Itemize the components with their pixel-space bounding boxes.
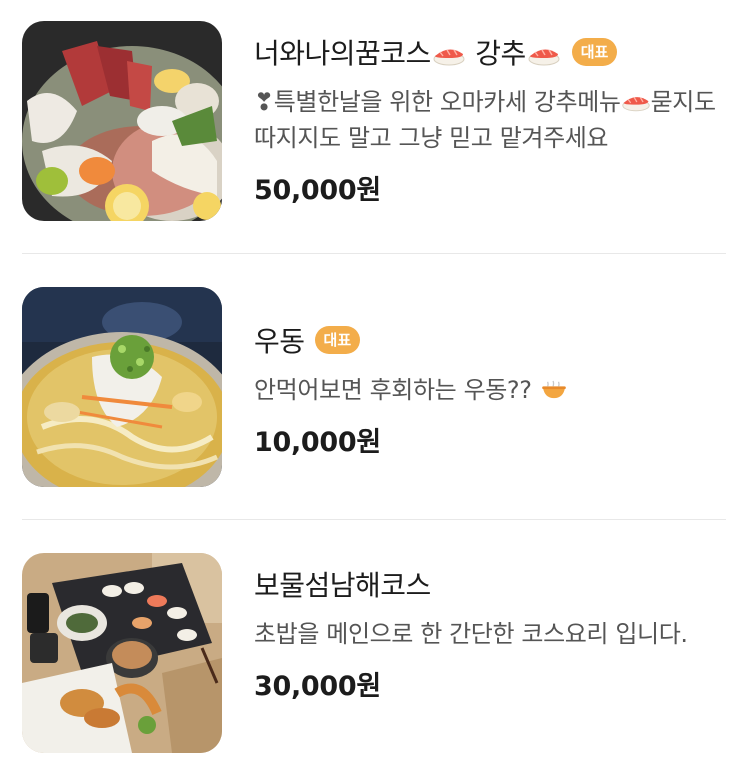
- menu-info: 우동 대표 안먹어보면 후회하는 우동?? 10,000원: [254, 287, 724, 459]
- sushi-emoji-icon-2: [528, 49, 560, 66]
- menu-description-text: 안먹어보면 후회하는 우동??: [254, 376, 532, 404]
- menu-photo-sushi-course: [22, 553, 222, 753]
- title-row: 우동 대표: [254, 320, 724, 360]
- menu-info: 보물섬남해코스 초밥을 메인으로 한 간단한 코스요리 입니다. 30,000원: [254, 553, 724, 703]
- menu-description: ❣특별한날을 위한 오마카세 강추메뉴 묻지도 따지지도 말고 그냥 믿고 맡겨주…: [254, 84, 724, 156]
- divider: [22, 253, 726, 254]
- sashimi-photo: [22, 21, 222, 221]
- menu-item-udon[interactable]: 우동 대표 안먹어보면 후회하는 우동?? 10,000원: [22, 287, 726, 487]
- title-row: 보물섬남해코스: [254, 564, 724, 604]
- menu-title-text-2: 강추: [466, 37, 526, 70]
- representative-badge: 대표: [571, 38, 618, 66]
- menu-info: 너와나의꿈코스 강추 대표 ❣특별한날을 위한 오마카세 강추메뉴 묻지도 따지지…: [254, 21, 724, 207]
- noodle-bowl-emoji-icon: [542, 380, 566, 399]
- sushi-emoji-icon: [433, 49, 465, 66]
- menu-description-text: ❣특별한날을 위한 오마카세 강추메뉴: [254, 88, 621, 116]
- representative-badge: 대표: [314, 326, 361, 354]
- udon-photo: [22, 287, 222, 487]
- menu-title: 우동: [254, 325, 305, 358]
- menu-price: 10,000원: [254, 427, 381, 458]
- menu-price: 50,000원: [254, 175, 381, 206]
- title-row: 너와나의꿈코스 강추 대표: [254, 32, 724, 72]
- menu-title-text: 너와나의꿈코스: [254, 37, 431, 70]
- menu-photo-sashimi: [22, 21, 222, 221]
- sushi-course-photo: [22, 553, 222, 753]
- menu-description: 초밥을 메인으로 한 간단한 코스요리 입니다.: [254, 620, 688, 648]
- menu-title: 보물섬남해코스: [254, 569, 431, 602]
- menu-description: 안먹어보면 후회하는 우동??: [254, 372, 724, 408]
- menu-title: 너와나의꿈코스 강추: [254, 32, 562, 72]
- menu-item-course-treasure[interactable]: 보물섬남해코스 초밥을 메인으로 한 간단한 코스요리 입니다. 30,000원: [22, 553, 726, 753]
- menu-item-course-dream[interactable]: 너와나의꿈코스 강추 대표 ❣특별한날을 위한 오마카세 강추메뉴 묻지도 따지지…: [22, 21, 726, 221]
- menu-photo-udon: [22, 287, 222, 487]
- menu-list: 너와나의꿈코스 강추 대표 ❣특별한날을 위한 오마카세 강추메뉴 묻지도 따지지…: [0, 0, 740, 782]
- divider: [22, 519, 726, 520]
- menu-price: 30,000원: [254, 671, 381, 702]
- sushi-emoji-icon-3: [621, 97, 650, 112]
